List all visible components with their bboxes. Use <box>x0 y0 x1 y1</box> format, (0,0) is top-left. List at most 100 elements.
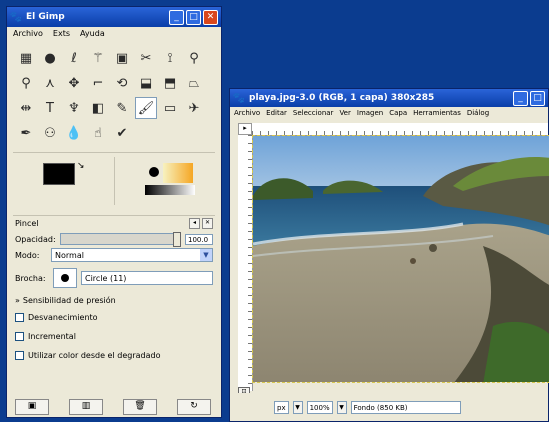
lasso-icon[interactable]: ℓ <box>63 47 85 69</box>
delete-options-button[interactable]: 🗑 <box>123 399 157 415</box>
color-area: ↘ <box>13 152 215 205</box>
tool-options-panel: Pincel ◂ ✕ Opacidad: 100.0 Modo: Normal … <box>13 215 215 396</box>
gradient-color-checkbox[interactable] <box>15 351 24 360</box>
restore-options-button[interactable]: ▥ <box>69 399 103 415</box>
opacity-slider[interactable] <box>59 232 181 247</box>
crop-icon[interactable]: ⌐ <box>87 72 109 94</box>
quick-mask-corner[interactable]: ▸ <box>238 123 252 135</box>
image-menu-item[interactable]: Ver <box>339 109 350 121</box>
text-icon[interactable]: T <box>39 97 61 119</box>
minimize-button[interactable]: _ <box>169 9 184 25</box>
image-menu-item[interactable]: Herramientas <box>413 109 461 121</box>
image-menu-item[interactable]: Capa <box>389 109 407 121</box>
image-window: 🐾 playa.jpg-3.0 (RGB, 1 capa) 380x285 _ … <box>229 88 549 422</box>
incremental-label: Incremental <box>28 332 76 341</box>
paintbrush-icon[interactable]: 🖌 <box>135 97 157 119</box>
scale-icon[interactable]: ⬓ <box>135 72 157 94</box>
reset-options-button[interactable]: ↻ <box>177 399 211 415</box>
toolbox-titlebar[interactable]: 🐾 El Gimp _ □ ✕ <box>7 7 221 27</box>
brush-preview[interactable] <box>148 167 159 177</box>
opacity-slider-knob[interactable] <box>173 232 181 247</box>
image-menubar: Archivo Editar Seleccionar Ver Imagen Capa Her… <box>230 107 548 121</box>
airbrush-icon[interactable]: ✈ <box>183 97 205 119</box>
maximize-button[interactable]: □ <box>186 9 201 25</box>
rect-select-icon[interactable]: ▦ <box>15 47 37 69</box>
status-bar: px ▼ 100% ▼ Fondo (850 KB) <box>230 393 548 421</box>
mode-select[interactable]: Normal ▼ <box>51 248 213 262</box>
save-options-button[interactable]: ▣ <box>15 399 49 415</box>
swap-colors-icon[interactable]: ↘ <box>77 161 85 171</box>
gimp-logo-icon: 🐾 <box>232 92 246 104</box>
tool-options-title: Pincel <box>15 218 39 228</box>
brush-pattern-gradient <box>113 157 216 205</box>
pattern-preview[interactable] <box>162 163 193 183</box>
rotate-icon[interactable]: ⟲ <box>111 72 133 94</box>
image-canvas[interactable] <box>252 135 549 383</box>
blur-icon[interactable]: 💧 <box>63 122 85 144</box>
zoom-chevron-down-icon[interactable]: ▼ <box>336 400 347 414</box>
fade-label: Desvanecimiento <box>28 313 98 322</box>
image-title: playa.jpg-3.0 (RGB, 1 capa) 380x285 <box>249 93 435 103</box>
image-menu-item[interactable]: Archivo <box>234 109 260 121</box>
menu-ayuda[interactable]: Ayuda <box>80 29 105 41</box>
mode-label: Modo: <box>15 250 40 260</box>
image-menu-item[interactable]: Imagen <box>357 109 383 121</box>
opacity-spinbox[interactable]: 100.0 <box>185 233 213 245</box>
ink-icon[interactable]: ✒ <box>15 122 37 144</box>
gradient-preview[interactable] <box>144 185 195 195</box>
flip-icon[interactable]: ⇹ <box>15 97 37 119</box>
unit-select[interactable]: px <box>274 400 289 414</box>
image-menu-item[interactable]: Seleccionar <box>293 109 334 121</box>
expander-icon[interactable]: » <box>15 296 20 305</box>
color-picker-icon[interactable]: ⚲ <box>183 47 205 69</box>
foreground-color-swatch[interactable] <box>43 163 75 185</box>
bucket-fill-icon[interactable]: ♆ <box>63 97 85 119</box>
maximize-button[interactable]: □ <box>530 90 545 106</box>
delete-icon: 🗑 <box>134 401 146 411</box>
fg-bg-colors: ↘ <box>13 157 114 205</box>
dodge-burn-icon[interactable]: ✔ <box>111 122 133 144</box>
blend-icon[interactable]: ◧ <box>87 97 109 119</box>
opacity-label: Opacidad: <box>15 234 56 244</box>
brush-name: Circle (11) <box>81 271 213 285</box>
ellipse-select-icon[interactable]: ● <box>39 47 61 69</box>
toolbox-title: El Gimp <box>26 12 65 22</box>
smudge-icon[interactable]: ☝ <box>87 122 109 144</box>
menu-exts[interactable]: Exts <box>53 29 70 41</box>
toolbox-window: 🐾 El Gimp _ □ ✕ Archivo Exts Ayuda ▦ ● ℓ ⚚ ▣… <box>6 6 222 418</box>
scissors-icon[interactable]: ✂ <box>135 47 157 69</box>
brush-label: Brocha: <box>15 273 46 283</box>
unit-chevron-down-icon[interactable]: ▼ <box>292 400 303 414</box>
clone-icon[interactable]: ⚇ <box>39 122 61 144</box>
pencil-icon[interactable]: ✎ <box>111 97 133 119</box>
image-menu-item[interactable]: Diálog <box>467 109 489 121</box>
zoom-select[interactable]: 100% <box>306 400 333 414</box>
shear-icon[interactable]: ⬒ <box>159 72 181 94</box>
layer-info: Fondo (850 KB) <box>350 400 461 414</box>
panel-menu-icon[interactable]: ◂ <box>189 217 200 229</box>
paths-icon[interactable]: ⟟ <box>159 47 181 69</box>
image-menu-item[interactable]: Editar <box>266 109 287 121</box>
perspective-icon[interactable]: ⏢ <box>183 72 205 94</box>
menu-archivo[interactable]: Archivo <box>13 29 43 41</box>
reset-icon: ↻ <box>190 401 198 411</box>
panel-close-icon[interactable]: ✕ <box>202 217 213 229</box>
magic-wand-icon[interactable]: ⚚ <box>87 47 109 69</box>
color-select-icon[interactable]: ▣ <box>111 47 133 69</box>
brush-selector[interactable] <box>53 268 77 288</box>
zoom-icon[interactable]: ⚲ <box>15 72 37 94</box>
vertical-ruler[interactable] <box>238 135 253 391</box>
incremental-checkbox[interactable] <box>15 332 24 341</box>
eraser-icon[interactable]: ▭ <box>159 97 181 119</box>
image-titlebar[interactable]: 🐾 playa.jpg-3.0 (RGB, 1 capa) 380x285 _ … <box>230 89 548 107</box>
fade-checkbox[interactable] <box>15 313 24 322</box>
chevron-down-icon: ▼ <box>200 249 212 261</box>
gimp-logo-icon: 🐾 <box>9 11 23 23</box>
tool-grid: ▦ ● ℓ ⚚ ▣ ✂ ⟟ ⚲ ⚲ ⋏ ✥ ⌐ ⟲ ⬓ ⬒ ⏢ ⇹ T ♆ ◧ ✎ 🖌 ▭ ✈ ✒ ⚇ 💧 ☝ ✔ <box>7 41 221 148</box>
pressure-sensitivity-expander[interactable]: Sensibilidad de presión <box>23 296 116 305</box>
minimize-button[interactable]: _ <box>513 90 528 106</box>
close-button[interactable]: ✕ <box>203 9 218 25</box>
move-icon[interactable]: ✥ <box>63 72 85 94</box>
measure-icon[interactable]: ⋏ <box>39 72 61 94</box>
restore-icon: ▥ <box>81 401 91 411</box>
